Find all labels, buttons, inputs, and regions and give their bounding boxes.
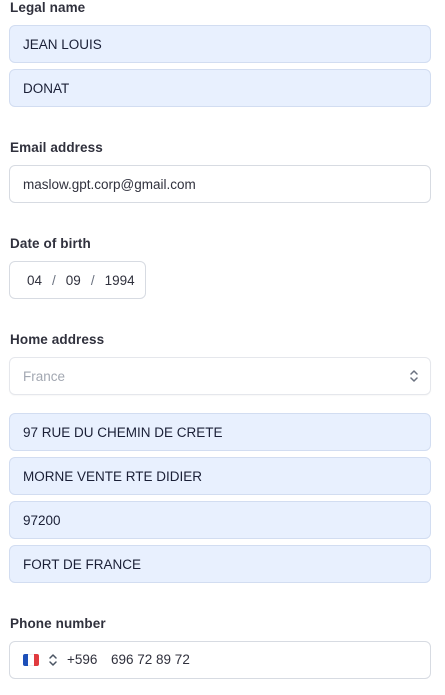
email-label: Email address <box>10 140 103 155</box>
address-line2-input[interactable]: MORNE VENTE RTE DIDIER <box>9 457 431 495</box>
dob-year-input[interactable]: 1994 <box>105 273 135 288</box>
flag-france-icon[interactable] <box>23 654 39 666</box>
phone-number-input[interactable]: 696 72 89 72 <box>111 652 190 667</box>
address-line1-input[interactable]: 97 RUE DU CHEMIN DE CRETE <box>9 413 431 451</box>
phone-label: Phone number <box>10 616 106 631</box>
country-select-placeholder: France <box>23 368 66 384</box>
country-code-chevron-icon[interactable] <box>48 652 58 668</box>
dob-separator: / <box>52 272 56 288</box>
country-select[interactable]: France <box>9 357 431 395</box>
first-name-input[interactable]: JEAN LOUIS <box>9 25 431 63</box>
home-address-label: Home address <box>10 332 105 347</box>
email-input[interactable]: maslow.gpt.corp@gmail.com <box>9 165 431 203</box>
phone-country-code: +596 <box>67 652 98 667</box>
dob-field: 04 / 09 / 1994 <box>9 261 146 299</box>
city-input[interactable]: FORT DE FRANCE <box>9 545 431 583</box>
personal-details-form: Legal name JEAN LOUIS DONAT Email addres… <box>0 0 445 695</box>
legal-name-label: Legal name <box>10 0 86 15</box>
dob-month-input[interactable]: 09 <box>66 273 81 288</box>
phone-field: +596 696 72 89 72 <box>9 641 431 679</box>
postal-code-input[interactable]: 97200 <box>9 501 431 539</box>
chevron-up-down-icon <box>410 370 418 382</box>
dob-label: Date of birth <box>10 236 91 251</box>
last-name-input[interactable]: DONAT <box>9 69 431 107</box>
dob-separator: / <box>90 272 95 288</box>
dob-day-input[interactable]: 04 <box>27 273 42 288</box>
